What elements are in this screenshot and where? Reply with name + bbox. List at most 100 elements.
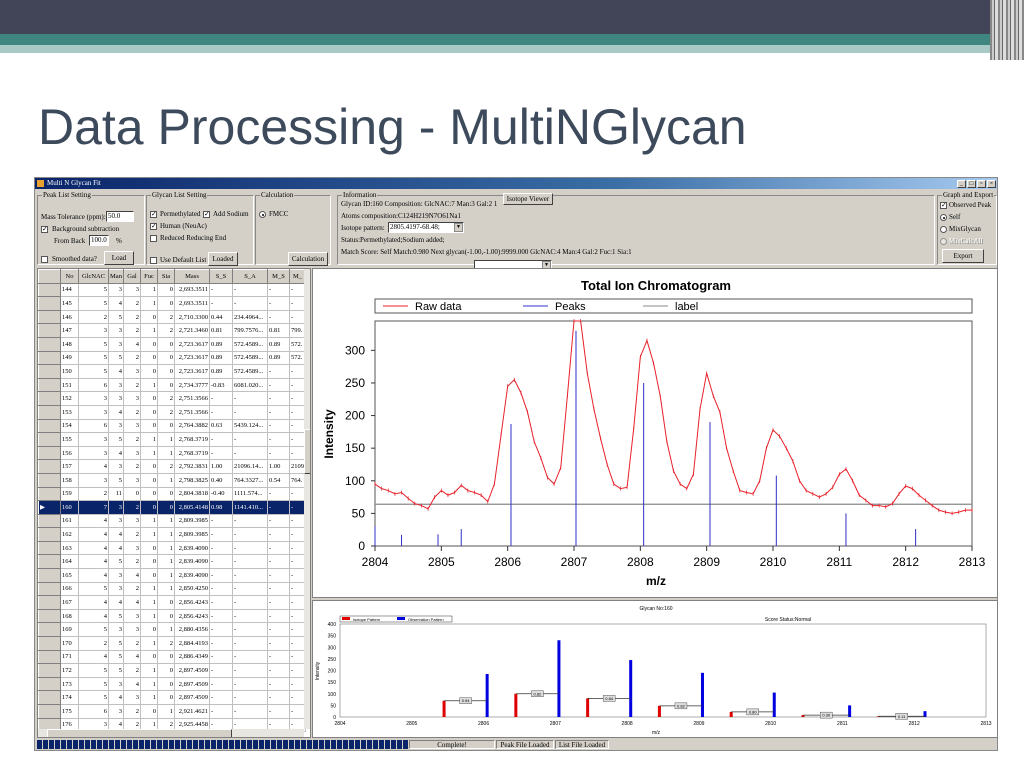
row-header[interactable] <box>38 676 61 692</box>
row-header[interactable] <box>38 323 61 338</box>
self-radio[interactable] <box>940 214 947 221</box>
row-header[interactable] <box>38 581 61 597</box>
mixcalc-radio[interactable] <box>940 238 947 245</box>
column-header[interactable]: Mass <box>174 269 210 284</box>
table-row[interactable]: 146 2 5 2 0 2 2,710.3300 0.44 234.4964... - - <box>38 309 306 325</box>
table-row[interactable]: 153 3 4 2 0 2 2,751.3566- - - - <box>38 404 306 420</box>
scroll-thumb[interactable] <box>47 729 232 737</box>
table-row[interactable]: 175 6 3 2 0 1 2,921.4621- - - - <box>38 704 306 719</box>
row-header[interactable] <box>38 568 61 583</box>
mass-tolerance-input[interactable]: 50.0 <box>106 211 134 222</box>
isotope-pattern-dropdown[interactable]: 2805.4197-68.48; ▼ <box>388 222 464 233</box>
row-header[interactable] <box>38 282 61 298</box>
fmcc-radio[interactable] <box>259 211 266 218</box>
add-sodium-checkbox[interactable]: ✓ <box>203 211 210 218</box>
table-row[interactable]: 169 5 3 3 0 1 2,880.4356- - - - <box>38 622 306 638</box>
isotope-viewer-button[interactable]: Isotope Viewer <box>503 193 553 205</box>
table-row[interactable]: 174 5 4 3 1 0 2,897.4509- - - - <box>38 690 306 705</box>
minimize-button[interactable]: _ <box>957 180 966 188</box>
reduced-end-checkbox[interactable] <box>150 235 157 242</box>
table-row[interactable]: 170 2 5 2 1 2 2,884.4193- - - - <box>38 636 306 651</box>
calculation-button[interactable]: Calculation <box>288 252 328 266</box>
human-neuac-checkbox[interactable]: ✓ <box>150 223 157 230</box>
table-row[interactable]: 149 5 5 2 0 0 2,723.3617 0.89 572.4589... 0.89 572… <box>38 350 306 366</box>
table-row[interactable]: 158 3 5 3 0 1 2,798.3825 0.40 764.3327... 0.54 764… <box>38 472 306 488</box>
export-button[interactable]: Export <box>942 249 984 263</box>
table-row[interactable]: 150 5 4 3 0 0 2,723.3617 0.89 572.4589... - - <box>38 364 306 379</box>
column-header[interactable]: GlcNAC <box>78 269 109 284</box>
column-header[interactable]: Man <box>108 269 124 284</box>
loaded-button[interactable]: Loaded <box>208 252 238 266</box>
column-header[interactable]: Gal <box>123 269 141 284</box>
row-header[interactable] <box>38 554 61 570</box>
row-header[interactable] <box>38 527 61 542</box>
row-header[interactable] <box>38 377 61 393</box>
row-header[interactable] <box>38 704 61 719</box>
row-header[interactable] <box>38 472 61 488</box>
row-header[interactable] <box>38 350 61 366</box>
row-header[interactable] <box>38 364 61 379</box>
row-header[interactable] <box>38 445 61 461</box>
scroll-thumb[interactable] <box>304 429 310 474</box>
row-header[interactable] <box>38 296 61 311</box>
table-row[interactable]: 157 4 3 2 0 2 2,792.3831 1.00 21096.14... 1.00 210… <box>38 459 306 474</box>
table-row[interactable]: 167 4 4 4 1 0 2,856.4243- - - - <box>38 595 306 610</box>
restore-button[interactable]: ▫ <box>977 180 986 188</box>
table-row[interactable]: 156 3 4 3 1 1 2,768.3719- - - - <box>38 445 306 461</box>
table-row[interactable]: 147 3 3 2 1 2 2,721.3460 0.81 799.7576... 0.81 799… <box>38 323 306 338</box>
row-header[interactable] <box>38 663 61 678</box>
use-default-list-checkbox[interactable] <box>150 257 157 264</box>
column-header[interactable]: No <box>60 269 79 284</box>
row-header[interactable] <box>38 540 61 556</box>
vertical-scrollbar[interactable] <box>304 269 310 729</box>
maximize-button[interactable]: □ <box>967 180 976 188</box>
table-row[interactable]: 155 3 5 2 1 1 2,768.3719- - - - <box>38 432 306 447</box>
observed-peak-checkbox[interactable]: ✓ <box>940 202 947 209</box>
table-row[interactable]: 154 6 3 3 0 0 2,764.3882 0.63 5439.124... - - <box>38 418 306 434</box>
column-header[interactable]: Sia <box>157 269 175 284</box>
row-header[interactable]: ▶ <box>38 500 61 515</box>
table-row[interactable]: 161 4 3 3 1 1 2,809.3985- - - - <box>38 513 306 529</box>
row-header[interactable] <box>38 459 61 474</box>
row-header[interactable] <box>38 309 61 325</box>
column-header[interactable]: S_S <box>209 269 233 284</box>
background-subtraction-checkbox[interactable]: ✓ <box>41 226 48 233</box>
column-header[interactable]: M_S <box>267 269 290 284</box>
table-row[interactable]: ▶ 160 7 3 2 0 0 2,805.4148 0.98 1141.410... - - <box>38 500 306 515</box>
row-header[interactable] <box>38 636 61 651</box>
row-header[interactable] <box>38 649 61 665</box>
table-row[interactable]: 171 4 5 4 0 0 2,886.4349- - - - <box>38 649 306 665</box>
table-row[interactable]: 172 5 5 2 1 0 2,897.4509- - - - <box>38 663 306 678</box>
column-header[interactable]: S_A <box>232 269 268 284</box>
permethylated-checkbox[interactable]: ✓ <box>150 211 157 218</box>
load-button[interactable]: Load <box>104 251 134 265</box>
table-row[interactable]: 159 2 11 0 0 0 2,804.3818 -0.40 1111.574... - - <box>38 486 306 502</box>
column-header[interactable]: Fuc <box>140 269 158 284</box>
from-back-input[interactable]: 100.0 <box>89 235 109 246</box>
table-row[interactable]: 164 4 5 2 0 1 2,839.4090- - - - <box>38 554 306 570</box>
row-header[interactable] <box>38 690 61 705</box>
smoothed-data-checkbox[interactable] <box>41 256 48 263</box>
row-header[interactable] <box>38 608 61 624</box>
table-row[interactable]: 173 5 3 4 1 0 2,897.4509- - - - <box>38 676 306 692</box>
row-header[interactable] <box>38 513 61 529</box>
table-row[interactable]: 152 3 3 3 0 2 2,751.3566- - - - <box>38 391 306 406</box>
table-row[interactable]: 163 4 4 3 0 1 2,839.4090- - - - <box>38 540 306 556</box>
row-header[interactable] <box>38 432 61 447</box>
row-header[interactable] <box>38 595 61 610</box>
table-row[interactable]: 151 6 3 2 1 0 2,734.3777 -0.83 6081.020... - - <box>38 377 306 393</box>
table-row[interactable]: 148 5 3 4 0 0 2,723.3617 0.89 572.4589... 0.89 572… <box>38 336 306 352</box>
mixglycan-radio[interactable] <box>940 226 947 233</box>
row-header[interactable] <box>38 418 61 434</box>
row-header[interactable] <box>38 622 61 638</box>
close-button[interactable]: × <box>987 180 996 188</box>
table-row[interactable]: 168 4 5 3 1 0 2,856.4243- - - - <box>38 608 306 624</box>
table-row[interactable]: 166 5 3 2 1 1 2,850.4250- - - - <box>38 581 306 597</box>
horizontal-scrollbar[interactable] <box>38 729 304 737</box>
row-header[interactable] <box>38 391 61 406</box>
row-header[interactable] <box>38 486 61 502</box>
table-row[interactable]: 162 4 4 2 1 1 2,809.3985- - - - <box>38 527 306 542</box>
table-row[interactable]: 145 5 4 2 1 0 2,693.3511- - - - <box>38 296 306 311</box>
row-header[interactable] <box>38 404 61 420</box>
table-row[interactable]: 144 5 3 3 1 0 2,693.3511- - - - <box>38 282 306 298</box>
